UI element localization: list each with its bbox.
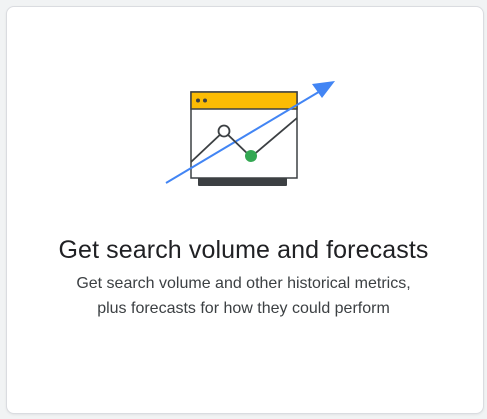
chart-point-highlight — [245, 150, 257, 162]
forecast-chart-icon — [165, 81, 335, 186]
card-description-line-1: Get search volume and other historical m… — [76, 275, 411, 292]
window-dot-2 — [203, 98, 207, 103]
chart-point-hollow — [217, 124, 231, 138]
trend-arrow-head — [312, 81, 335, 98]
card-title: Get search volume and forecasts — [58, 236, 429, 264]
card-description-line-2: plus forecasts for how they could perfor… — [97, 300, 390, 317]
window-dot-1 — [196, 98, 200, 103]
card-description: Get search volume and other historical m… — [20, 271, 467, 321]
